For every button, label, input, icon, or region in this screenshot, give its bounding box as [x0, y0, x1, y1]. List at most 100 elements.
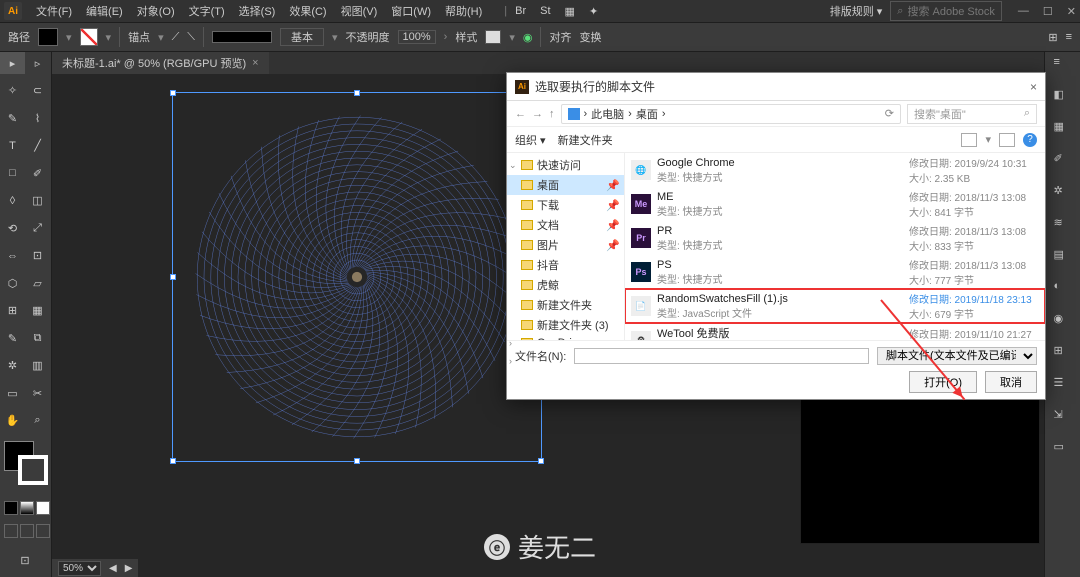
nav-next-icon[interactable]: ▶ — [125, 563, 133, 574]
brushes-panel-icon[interactable]: ✐ — [1054, 152, 1072, 170]
convert-icon-2[interactable]: ⟍ — [187, 31, 195, 44]
menu-window[interactable]: 窗口(W) — [385, 1, 437, 21]
menu-object[interactable]: 对象(O) — [131, 1, 181, 21]
search-stock[interactable]: ⌕ 搜索 Adobe Stock — [890, 1, 1002, 21]
artwork-selection[interactable] — [172, 92, 542, 462]
document-tab[interactable]: 未标题-1.ai* @ 50% (RGB/GPU 预览) × — [52, 52, 269, 74]
convert-icon[interactable]: ⟋ — [172, 31, 180, 44]
zoom-select[interactable]: 50% — [58, 561, 101, 576]
file-row[interactable]: 🌐Google Chrome类型: 快捷方式修改日期: 2019/9/24 10… — [625, 153, 1045, 187]
stock-icon[interactable]: St — [534, 3, 556, 19]
type-tool[interactable]: T — [0, 135, 25, 157]
line-tool[interactable]: ╱ — [25, 135, 50, 157]
draw-behind[interactable] — [20, 524, 34, 538]
brush-preview[interactable] — [212, 31, 272, 43]
color-mode[interactable] — [4, 501, 18, 515]
tree-node[interactable]: 抖音 — [507, 255, 624, 275]
direct-selection-tool[interactable]: ▹ — [25, 52, 50, 74]
max-icon[interactable]: ☐ — [1043, 5, 1053, 18]
curvature-tool[interactable]: ⌇ — [25, 107, 50, 129]
slice-tool[interactable]: ✂ — [25, 382, 50, 404]
file-row[interactable]: PsPS类型: 快捷方式修改日期: 2018/11/3 13:08大小: 777… — [625, 255, 1045, 289]
tree-node[interactable]: 新建文件夹 (3) — [507, 315, 624, 335]
magic-wand-tool[interactable]: ✧ — [0, 80, 25, 102]
cancel-button[interactable]: 取消 — [985, 371, 1037, 393]
panel-toggle-icon[interactable]: ⊞ — [1048, 31, 1057, 44]
gradient-tool[interactable]: ▦ — [25, 300, 50, 322]
panel-menu-icon[interactable]: ≡ — [1066, 31, 1072, 43]
file-row[interactable]: PrPR类型: 快捷方式修改日期: 2018/11/3 13:08大小: 833… — [625, 221, 1045, 255]
nav-back-icon[interactable]: ← — [515, 108, 526, 120]
new-folder-button[interactable]: 新建文件夹 — [558, 132, 613, 148]
asset-export-panel-icon[interactable]: ⇲ — [1054, 408, 1072, 426]
tree-node[interactable]: 新建文件夹 — [507, 295, 624, 315]
nav-prev-icon[interactable]: ◀ — [109, 563, 117, 574]
menu-file[interactable]: 文件(F) — [30, 1, 78, 21]
menu-help[interactable]: 帮助(H) — [439, 1, 488, 21]
transparency-panel-icon[interactable]: ◐ — [1054, 280, 1072, 298]
file-row[interactable]: 📄RandomSwatchesFill (1).js类型: JavaScript… — [625, 289, 1045, 323]
dialog-titlebar[interactable]: Ai 选取要执行的脚本文件 × — [507, 73, 1045, 101]
fill-swatch[interactable] — [38, 28, 58, 46]
graphic-styles-panel-icon[interactable]: ⊞ — [1054, 344, 1072, 362]
folder-tree[interactable]: ⌄快速访问桌面📌下载📌文档📌图片📌抖音虎鲸新建文件夹新建文件夹 (3)›OneD… — [507, 153, 625, 340]
free-transform-tool[interactable]: ⊡ — [25, 245, 50, 267]
hand-tool[interactable]: ✋ — [0, 410, 25, 432]
tree-node[interactable]: 桌面📌 — [507, 175, 624, 195]
breadcrumb[interactable]: ›此电脑›桌面› ⟳ — [561, 104, 902, 124]
lasso-tool[interactable]: ⊂ — [25, 80, 50, 102]
appearance-panel-icon[interactable]: ◉ — [1054, 312, 1072, 330]
file-row[interactable]: MeME类型: 快捷方式修改日期: 2018/11/3 13:08大小: 841… — [625, 187, 1045, 221]
min-icon[interactable]: — — [1018, 5, 1029, 18]
align-label[interactable]: 对齐 — [549, 29, 571, 45]
fill-stroke-control[interactable] — [0, 441, 50, 491]
symbols-panel-icon[interactable]: ✲ — [1054, 184, 1072, 202]
perspective-tool[interactable]: ▱ — [25, 272, 50, 294]
selection-tool[interactable]: ▸ — [0, 52, 25, 74]
artboards-panel-icon[interactable]: ▭ — [1054, 440, 1072, 458]
tab-close-icon[interactable]: × — [252, 57, 258, 69]
tree-node[interactable]: 文档📌 — [507, 215, 624, 235]
eyedropper-tool[interactable]: ✎ — [0, 327, 25, 349]
tree-node[interactable]: 虎鲸 — [507, 275, 624, 295]
file-list[interactable]: 🌐Google Chrome类型: 快捷方式修改日期: 2019/9/24 10… — [625, 153, 1045, 340]
arrange-icon[interactable]: ▦ — [559, 3, 581, 20]
workspace-switcher[interactable]: 排版规则 ▾ — [824, 1, 889, 21]
gpu-icon[interactable]: ✦ — [583, 3, 604, 20]
menu-select[interactable]: 选择(S) — [233, 1, 282, 21]
menu-effect[interactable]: 效果(C) — [283, 1, 332, 21]
gradient-panel-icon[interactable]: ▤ — [1054, 248, 1072, 266]
bridge-icon[interactable]: Br — [509, 3, 532, 19]
file-row[interactable]: ⚙WeTool 免费版类型: 快捷方式修改日期: 2019/11/10 21:2… — [625, 323, 1045, 340]
tree-node[interactable]: ⌄快速访问 — [507, 155, 624, 175]
width-tool[interactable]: ⇔ — [0, 245, 25, 267]
style-swatch[interactable] — [485, 30, 501, 44]
menu-view[interactable]: 视图(V) — [335, 1, 384, 21]
shape-builder-tool[interactable]: ⬡ — [0, 272, 25, 294]
dialog-search[interactable]: 搜索"桌面" ⌕ — [907, 104, 1037, 124]
eraser-tool[interactable]: ◫ — [25, 190, 50, 212]
filename-input[interactable] — [574, 348, 869, 364]
menu-edit[interactable]: 编辑(E) — [80, 1, 129, 21]
help-icon[interactable]: ? — [1023, 133, 1037, 147]
gradient-mode[interactable] — [20, 501, 34, 515]
filetype-select[interactable]: 脚本文件(文本文件及已编译文件) — [877, 347, 1037, 365]
draw-normal[interactable] — [4, 524, 18, 538]
opacity-value[interactable]: 100% — [398, 30, 436, 44]
stroke-panel-icon[interactable]: ≋ — [1054, 216, 1072, 234]
pen-tool[interactable]: ✎ — [0, 107, 25, 129]
draw-inside[interactable] — [36, 524, 50, 538]
menu-type[interactable]: 文字(T) — [183, 1, 231, 21]
tree-node[interactable]: 下载📌 — [507, 195, 624, 215]
swatches-panel-icon[interactable]: ▦ — [1054, 120, 1072, 138]
color-panel-icon[interactable]: ◧ — [1054, 88, 1072, 106]
rotate-tool[interactable]: ⟲ — [0, 217, 25, 239]
view-list-icon[interactable] — [999, 133, 1015, 147]
screen-mode[interactable]: ⊡ — [0, 550, 50, 572]
mesh-tool[interactable]: ⊞ — [0, 300, 25, 322]
symbol-sprayer-tool[interactable]: ✲ — [0, 355, 25, 377]
stroke-swatch[interactable] — [80, 28, 98, 46]
nav-forward-icon[interactable]: → — [532, 108, 543, 120]
paintbrush-tool[interactable]: ✐ — [25, 162, 50, 184]
nav-up-icon[interactable]: ↑ — [549, 108, 555, 120]
